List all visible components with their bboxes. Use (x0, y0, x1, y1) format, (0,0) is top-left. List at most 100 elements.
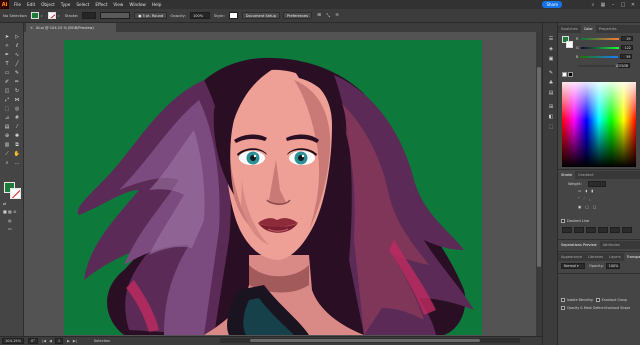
layers-icon[interactable]: ◈ (547, 45, 555, 53)
direct-selection-tool-icon[interactable]: ▷ (13, 33, 21, 41)
g-value[interactable]: 122 (620, 45, 633, 50)
miter-join-icon[interactable]: ⌜ (578, 197, 580, 201)
tab-properties[interactable]: Properties (596, 25, 620, 33)
b-value[interactable]: 59 (620, 54, 633, 59)
align-outside-icon[interactable]: □ (593, 205, 596, 209)
paintbrush-tool-icon[interactable]: ✎ (13, 69, 21, 77)
menu-edit[interactable]: Edit (27, 2, 35, 7)
brush-definition-dropdown[interactable]: ● 5 pt. Round (134, 12, 168, 19)
blend-mode-dropdown[interactable]: Normal ▾ (561, 263, 585, 269)
artboard[interactable] (64, 40, 482, 335)
properties-icon[interactable]: ☰ (547, 35, 555, 43)
graphic-styles-icon[interactable]: ▤ (547, 89, 555, 97)
scale-tool-icon[interactable]: ⤢ (3, 96, 11, 104)
zoom-field[interactable]: 104.15% (2, 338, 24, 344)
menu-window[interactable]: Window (129, 2, 146, 7)
menu-type[interactable]: Type (61, 2, 71, 7)
next-artboard-icon[interactable]: ▶ (67, 339, 70, 343)
round-join-icon[interactable]: ◜ (584, 197, 585, 201)
tab-swatches[interactable]: Swatches (558, 25, 581, 33)
horizontal-scrollbar[interactable] (220, 338, 520, 343)
color-panel-stroke[interactable] (566, 41, 573, 48)
symbols-icon[interactable]: ♣ (547, 79, 555, 87)
document-tab[interactable]: ✕ AI.ai @ 104.15 % (RGB/Preview) (26, 23, 116, 32)
tab-attributes[interactable]: Attributes (600, 241, 623, 249)
lasso-tool-icon[interactable]: ℓ (13, 42, 21, 50)
menu-object[interactable]: Object (41, 2, 55, 7)
menu-help[interactable]: Help (152, 2, 162, 7)
align-icon[interactable]: ⊞ (315, 12, 323, 19)
first-artboard-icon[interactable]: |◀ (42, 339, 46, 343)
transform-panel-icon[interactable]: ⬚ (547, 123, 555, 131)
pathfinder-icon[interactable]: ◧ (547, 113, 555, 121)
curvature-tool-icon[interactable]: ∿ (13, 51, 21, 59)
edit-toolbar-icon[interactable]: … (13, 159, 21, 167)
tab-stroke[interactable]: Stroke (558, 171, 576, 179)
tab-color[interactable]: Color (580, 25, 596, 33)
zoom-tool-icon[interactable]: ⌕ (3, 159, 11, 167)
rotate-view-field[interactable]: 0° (28, 338, 39, 344)
butt-cap-icon[interactable]: ▭ (578, 189, 581, 193)
dash-field-2[interactable] (586, 227, 596, 233)
menu-icon[interactable]: ≡ (333, 12, 341, 19)
artboard-tool-icon[interactable]: ⧉ (13, 141, 21, 149)
prev-artboard-icon[interactable]: ◀ (49, 339, 52, 343)
rotate-tool-icon[interactable]: ↻ (13, 87, 21, 95)
brushes-icon[interactable]: ✎ (547, 69, 555, 77)
hand-tool-icon[interactable]: ✋ (13, 150, 21, 158)
selection-tool-icon[interactable]: ➤ (3, 33, 11, 41)
pencil-tool-icon[interactable]: ✏ (13, 78, 21, 86)
align-inside-icon[interactable]: ▢ (585, 205, 588, 209)
share-button[interactable]: Share (542, 1, 562, 8)
menu-select[interactable]: Select (76, 2, 89, 7)
align-panel-icon[interactable]: ⊞ (547, 103, 555, 111)
screen-mode-icon[interactable]: ▭ (8, 226, 12, 231)
line-tool-icon[interactable]: ╱ (13, 60, 21, 68)
menu-effect[interactable]: Effect (95, 2, 107, 7)
opacity-field[interactable]: 100% (189, 12, 210, 19)
mesh-tool-icon[interactable]: # (13, 114, 21, 122)
blend-tool-icon[interactable]: ⊕ (3, 132, 11, 140)
black-swatch[interactable] (568, 72, 573, 77)
tab-layers[interactable]: Layers (606, 253, 624, 261)
hex-value[interactable]: 1D7A3B (615, 63, 630, 68)
transparency-opacity-field[interactable]: 100% (605, 263, 620, 269)
eyedropper-tool-icon[interactable]: ⁄ (13, 123, 21, 131)
libraries-icon[interactable]: ▣ (547, 55, 555, 63)
r-slider[interactable] (580, 37, 619, 40)
preferences-button[interactable]: Preferences (283, 12, 313, 19)
tab-appearance[interactable]: Appearance (558, 253, 585, 261)
tab-transparency[interactable]: Transparency (623, 253, 640, 261)
stroke-swatch[interactable] (47, 12, 56, 19)
width-tool-icon[interactable]: ⋈ (13, 96, 21, 104)
perspective-grid-tool-icon[interactable]: ⊿ (3, 114, 11, 122)
dash-field-3[interactable] (610, 227, 620, 233)
menu-file[interactable]: File (14, 2, 21, 7)
draw-mode-icon[interactable]: ◍ (8, 218, 12, 223)
gap-field-3[interactable] (622, 227, 632, 233)
dashed-line-checkbox[interactable] (561, 219, 565, 223)
tab-libraries[interactable]: Libraries (585, 253, 606, 261)
hex-slider[interactable] (578, 64, 616, 67)
transform-icon[interactable]: ⤡ (324, 12, 332, 19)
gap-field-1[interactable] (574, 227, 584, 233)
round-cap-icon[interactable]: ◖ (585, 189, 587, 193)
shape-builder-tool-icon[interactable]: ◎ (13, 105, 21, 113)
pen-tool-icon[interactable]: ✒ (3, 51, 11, 59)
artboard-number-field[interactable]: 1 (54, 338, 64, 344)
knockout-group-checkbox[interactable] (595, 298, 600, 302)
magic-wand-tool-icon[interactable]: ✧ (3, 42, 11, 50)
vertical-scroll-thumb[interactable] (537, 67, 541, 267)
horizontal-scroll-thumb[interactable] (250, 339, 480, 342)
type-tool-icon[interactable]: T (3, 60, 11, 68)
stroke-weight-field[interactable] (82, 12, 97, 19)
slice-tool-icon[interactable]: ⟋ (3, 150, 11, 158)
workspace-icon[interactable]: ▦ (598, 0, 608, 9)
bevel-join-icon[interactable]: ⌞ (589, 197, 591, 201)
fill-dropdown-icon[interactable]: ▾ (41, 12, 45, 19)
last-artboard-icon[interactable]: ▶| (73, 339, 77, 343)
color-mode-icon[interactable]: ■ ▦ ⊘ (3, 209, 16, 214)
variable-width-profile[interactable] (100, 12, 131, 19)
g-slider[interactable] (580, 46, 619, 49)
menu-view[interactable]: View (113, 2, 123, 7)
